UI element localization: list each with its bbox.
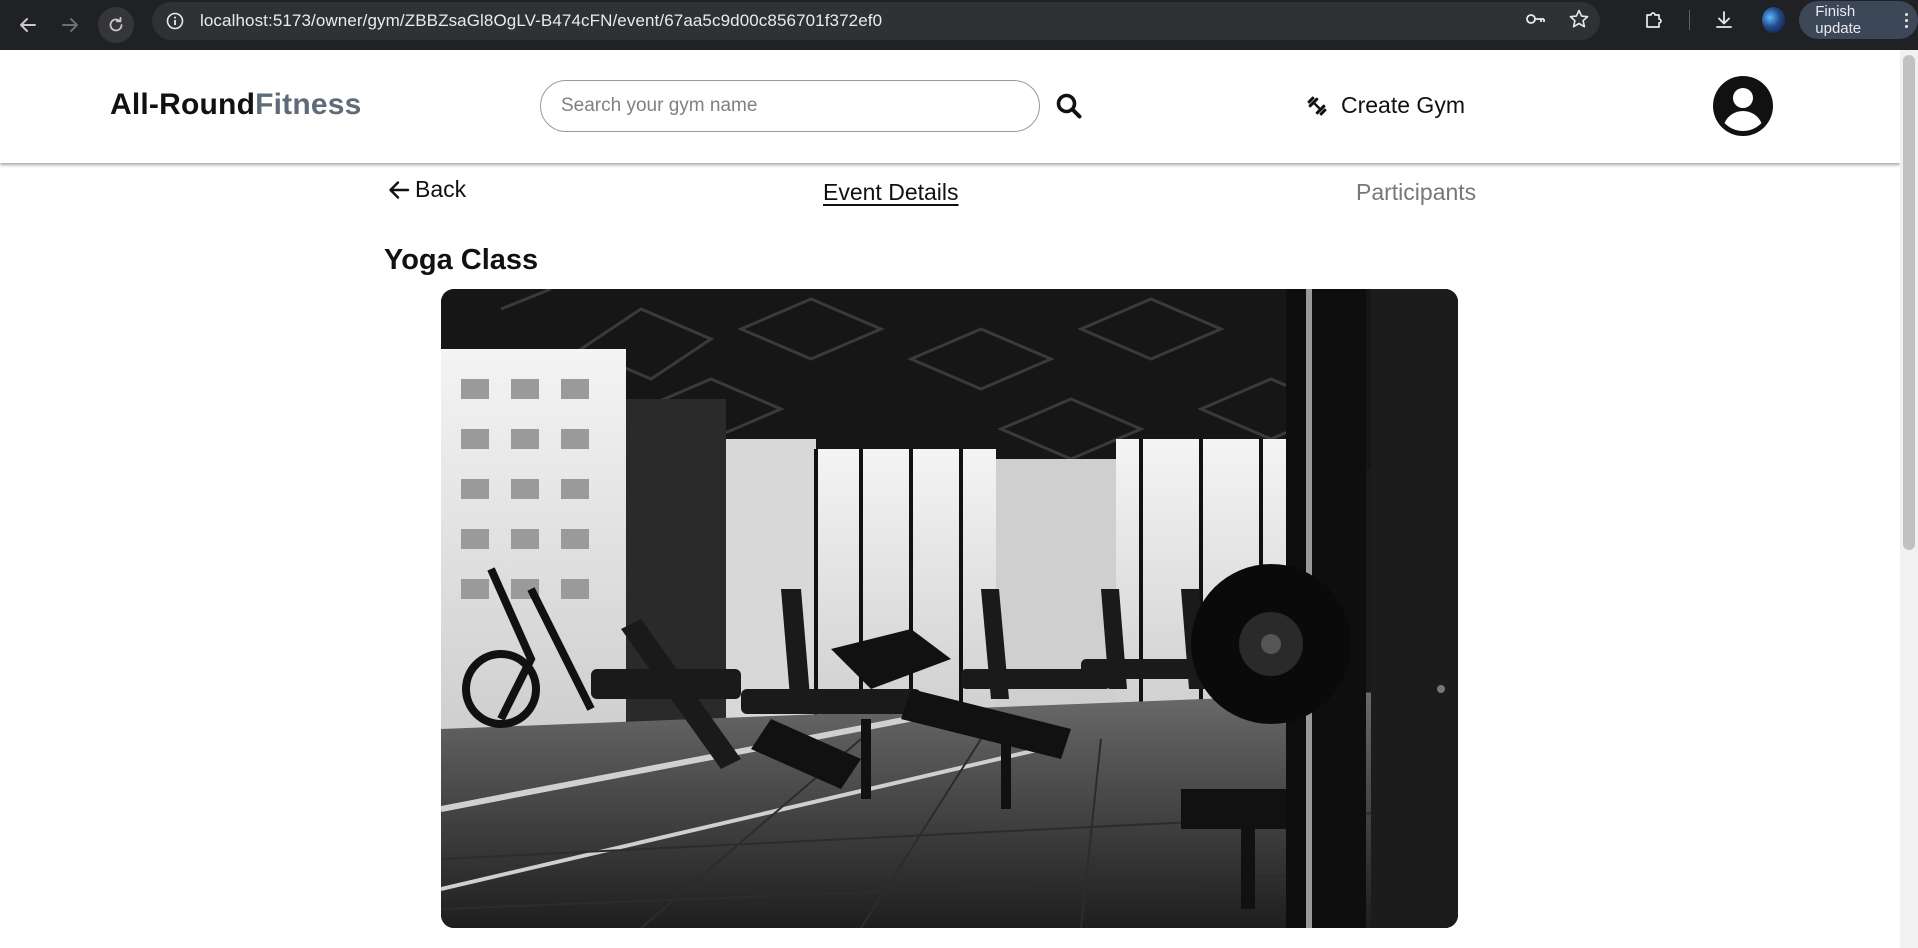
- site-logo[interactable]: All-RoundFitness: [110, 88, 362, 122]
- site-header: All-RoundFitness Create Gym: [0, 50, 1900, 163]
- site-info-icon[interactable]: [164, 10, 186, 32]
- logo-text-primary: All-Round: [110, 88, 256, 121]
- reload-icon: [109, 16, 123, 32]
- event-title: Yoga Class: [384, 244, 539, 276]
- search-icon: [1056, 93, 1082, 119]
- finish-update-label: Finish update: [1815, 3, 1862, 37]
- create-gym-label: Create Gym: [1341, 92, 1465, 118]
- gym-photo-illustration: [441, 289, 1458, 928]
- browser-toolbar: localhost:5173/owner/gym/ZBBZsaGl8OgLV-B…: [0, 0, 1918, 50]
- event-subnav: Back Event Details Participants: [0, 176, 1900, 216]
- create-gym-button[interactable]: Create Gym: [1305, 92, 1465, 119]
- address-bar[interactable]: localhost:5173/owner/gym/ZBBZsaGl8OgLV-B…: [152, 2, 1600, 40]
- user-account-icon[interactable]: [1712, 75, 1774, 137]
- profile-avatar-icon[interactable]: [1762, 7, 1786, 33]
- back-label: Back: [415, 176, 467, 202]
- browser-back-button[interactable]: [10, 7, 46, 43]
- password-key-icon[interactable]: [1524, 8, 1546, 35]
- url-text[interactable]: localhost:5173/owner/gym/ZBBZsaGl8OgLV-B…: [200, 11, 882, 31]
- event-image: [441, 289, 1458, 928]
- arrow-right-icon: [62, 18, 78, 32]
- page: All-RoundFitness Create Gym: [0, 50, 1900, 948]
- scrollbar-thumb[interactable]: [1903, 55, 1915, 550]
- dumbbell-icon: [1307, 95, 1327, 116]
- downloads-icon[interactable]: [1712, 6, 1737, 34]
- page-scrollbar[interactable]: [1900, 50, 1918, 948]
- gym-search-input[interactable]: [540, 80, 1040, 132]
- toolbar-divider: [1688, 10, 1690, 30]
- browser-reload-button[interactable]: [98, 7, 134, 43]
- extensions-icon[interactable]: [1642, 6, 1667, 34]
- arrow-left-icon: [389, 180, 410, 199]
- arrow-left-icon: [20, 18, 36, 32]
- tab-participants[interactable]: Participants: [1356, 179, 1476, 206]
- logo-text-accent: Fitness: [255, 88, 362, 121]
- browser-forward-button[interactable]: [52, 7, 88, 43]
- bookmark-star-icon[interactable]: [1568, 8, 1590, 35]
- search-button[interactable]: [1055, 92, 1083, 120]
- back-button[interactable]: Back: [387, 176, 466, 203]
- tab-event-details[interactable]: Event Details: [823, 179, 959, 206]
- finish-update-button[interactable]: Finish update: [1799, 1, 1918, 39]
- more-menu-icon: [1905, 12, 1908, 28]
